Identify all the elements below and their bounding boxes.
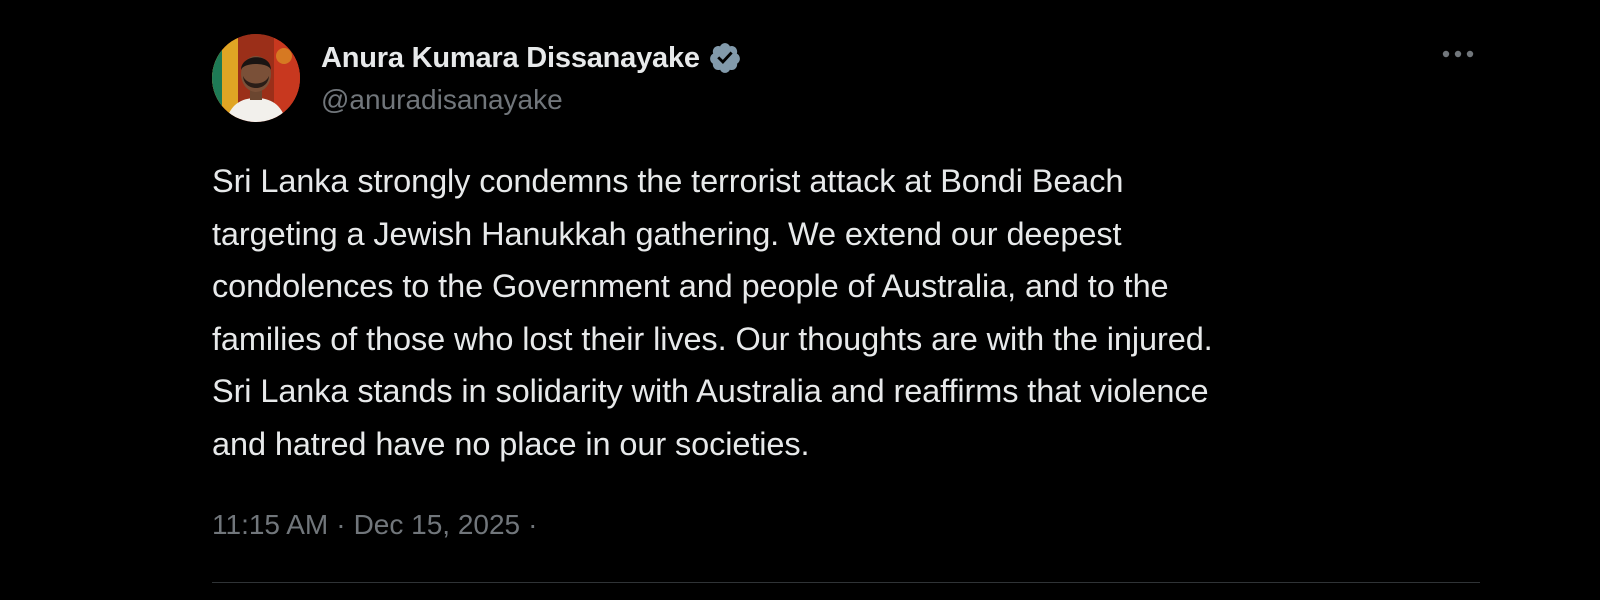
- avatar[interactable]: [212, 34, 300, 122]
- meta-separator: ·: [336, 509, 346, 540]
- meta-trailing-separator: ·: [528, 509, 538, 540]
- verified-badge-icon[interactable]: [708, 41, 742, 75]
- tweet-date[interactable]: Dec 15, 2025: [354, 509, 521, 541]
- display-name[interactable]: Anura Kumara Dissanayake: [321, 42, 700, 75]
- avatar-image: [212, 34, 300, 122]
- tweet-header: Anura Kumara Dissanayake @anuradisanayak…: [212, 32, 1480, 124]
- more-horizontal-icon[interactable]: [1436, 36, 1480, 72]
- display-name-row: Anura Kumara Dissanayake: [321, 40, 742, 76]
- tweet: Anura Kumara Dissanayake @anuradisanayak…: [212, 32, 1480, 600]
- tweet-time[interactable]: 11:15 AM: [212, 509, 328, 541]
- tweet-text: Sri Lanka strongly condemns the terroris…: [212, 163, 1213, 462]
- divider: [212, 582, 1480, 583]
- author-names: Anura Kumara Dissanayake @anuradisanayak…: [321, 40, 742, 116]
- author-handle[interactable]: @anuradisanayake: [321, 84, 742, 116]
- tweet-meta: 11:15 AM · Dec 15, 2025 ·: [212, 509, 537, 541]
